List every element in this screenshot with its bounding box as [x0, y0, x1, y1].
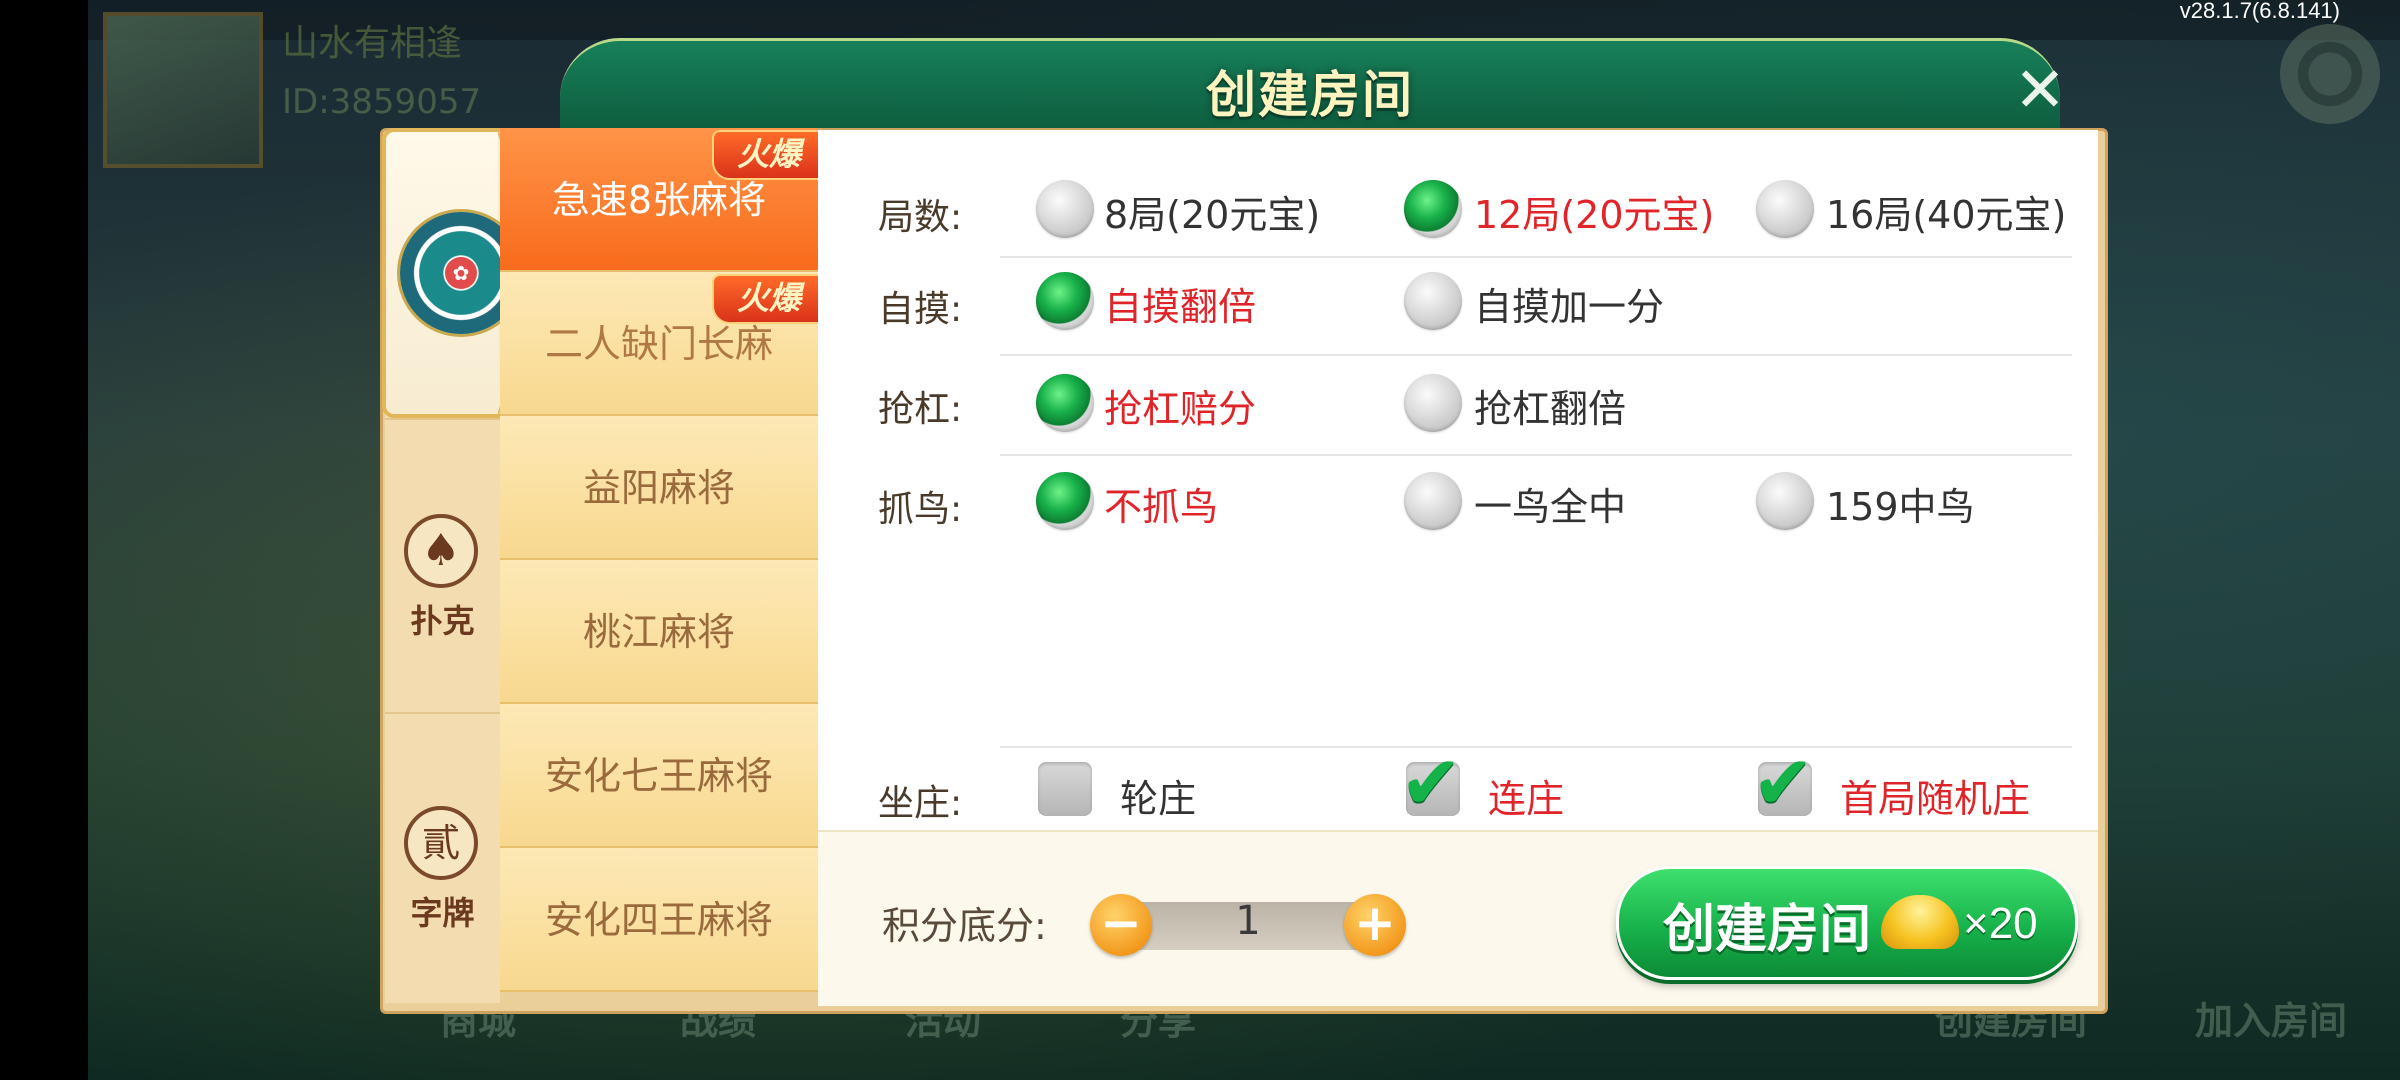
qianggang-pay-label[interactable]: 抢杠赔分 [1104, 378, 1256, 433]
game-list: 急速8张麻将 火爆 二人缺门长麻 火爆 益阳麻将 桃江麻将 安化七王麻将 安化四… [500, 128, 826, 1008]
score-label: 积分底分: [882, 904, 1047, 948]
category-zipai[interactable]: 字牌 [385, 888, 500, 934]
mahjong-icon-center: ✿ [445, 257, 477, 289]
rounds-12-radio[interactable] [1404, 180, 1462, 238]
category-poker[interactable]: 扑克 [385, 596, 500, 642]
zuozhuang-random-checkbox[interactable]: ✔ [1752, 740, 1814, 826]
checkmark-icon: ✔ [1400, 740, 1463, 826]
qianggang-pay-radio[interactable] [1036, 374, 1094, 432]
hot-badge: 火爆 [712, 130, 826, 180]
game-item-label: 桃江麻将 [582, 610, 735, 654]
rounds-16-radio[interactable] [1756, 180, 1814, 238]
lobby-user-name: 山水有相逢 [282, 23, 463, 64]
checkmark-icon: ✔ [1752, 740, 1815, 826]
game-item-anhua-qiwang[interactable]: 安化七王麻将 [500, 704, 818, 848]
option-divider [1000, 746, 2072, 748]
zhuaniao-159-radio[interactable] [1756, 472, 1814, 530]
zuozhuang-rotate-label[interactable]: 轮庄 [1120, 768, 1196, 823]
zimo-plus-one-label[interactable]: 自摸加一分 [1474, 276, 1664, 331]
zuozhuang-consecutive-label[interactable]: 连庄 [1488, 768, 1564, 823]
game-item-yiyang[interactable]: 益阳麻将 [500, 416, 818, 560]
game-item-taojiang[interactable]: 桃江麻将 [500, 560, 818, 704]
zhuaniao-159-label[interactable]: 159中鸟 [1826, 476, 1975, 531]
minus-button[interactable]: − [1090, 894, 1152, 956]
zipai-icon: 貳 [404, 806, 478, 880]
gold-ingot-icon [1881, 895, 1959, 949]
rounds-8-radio[interactable] [1036, 180, 1094, 238]
avatar[interactable] [103, 12, 263, 168]
rounds-16-label[interactable]: 16局(40元宝) [1826, 184, 2066, 239]
category-divider [385, 418, 500, 420]
dialog-header: 创建房间 [560, 38, 2060, 133]
zuozhuang-label: 坐庄: [878, 783, 963, 824]
create-room-button[interactable]: 创建房间 ×20 [1616, 866, 2078, 980]
score-value: 1 [1235, 898, 1261, 944]
left-black-bar [0, 0, 88, 1080]
game-item-label: 益阳麻将 [582, 466, 735, 510]
hot-badge: 火爆 [712, 274, 826, 324]
qianggang-double-label[interactable]: 抢杠翻倍 [1474, 378, 1626, 433]
create-room-cost: ×20 [1963, 899, 2038, 948]
lobby-tab-join-room[interactable]: 加入房间 [2195, 990, 2347, 1045]
zimo-label: 自摸: [878, 289, 963, 330]
game-item-label: 急速8张麻将 [551, 178, 767, 222]
zimo-double-radio[interactable] [1036, 272, 1094, 330]
create-room-label: 创建房间 [1663, 900, 1872, 960]
dialog-title: 创建房间 [1206, 66, 1414, 124]
category-divider [385, 712, 500, 714]
spade-icon: ♠ [404, 514, 478, 588]
zhuaniao-none-label[interactable]: 不抓鸟 [1104, 476, 1218, 531]
zuozhuang-rotate-checkbox[interactable] [1038, 762, 1092, 816]
game-item-label: 安化七王麻将 [544, 754, 773, 798]
version-label: v28.1.7(6.8.141) [2179, 0, 2340, 23]
option-divider [1000, 454, 2072, 456]
qianggang-double-radio[interactable] [1404, 374, 1462, 432]
option-divider [1000, 354, 2072, 356]
zhuaniao-all-radio[interactable] [1404, 472, 1462, 530]
zuozhuang-consecutive-checkbox[interactable]: ✔ [1400, 740, 1462, 826]
zimo-double-label[interactable]: 自摸翻倍 [1104, 276, 1256, 331]
zhuaniao-none-radio[interactable] [1036, 472, 1094, 530]
zhuaniao-label: 抓鸟: [878, 489, 963, 530]
close-icon[interactable]: ✕ [2005, 55, 2075, 125]
gear-icon[interactable] [2280, 24, 2380, 124]
game-item-label: 二人缺门长麻 [544, 322, 773, 366]
game-item-anhua-siwang[interactable]: 安化四王麻将 [500, 848, 818, 992]
rounds-12-label[interactable]: 12局(20元宝) [1474, 184, 1714, 239]
rounds-label: 局数: [878, 197, 963, 238]
zimo-plus-one-radio[interactable] [1404, 272, 1462, 330]
lobby-user-id: ID:3859057 [282, 82, 482, 122]
zuozhuang-random-label[interactable]: 首局随机庄 [1840, 768, 2030, 823]
rounds-8-label[interactable]: 8局(20元宝) [1104, 184, 1320, 239]
plus-button[interactable]: + [1344, 894, 1406, 956]
qianggang-label: 抢杠: [878, 389, 963, 430]
zhuaniao-all-label[interactable]: 一鸟全中 [1474, 476, 1626, 531]
game-item-label: 安化四王麻将 [544, 898, 773, 942]
option-divider [1000, 256, 2072, 258]
